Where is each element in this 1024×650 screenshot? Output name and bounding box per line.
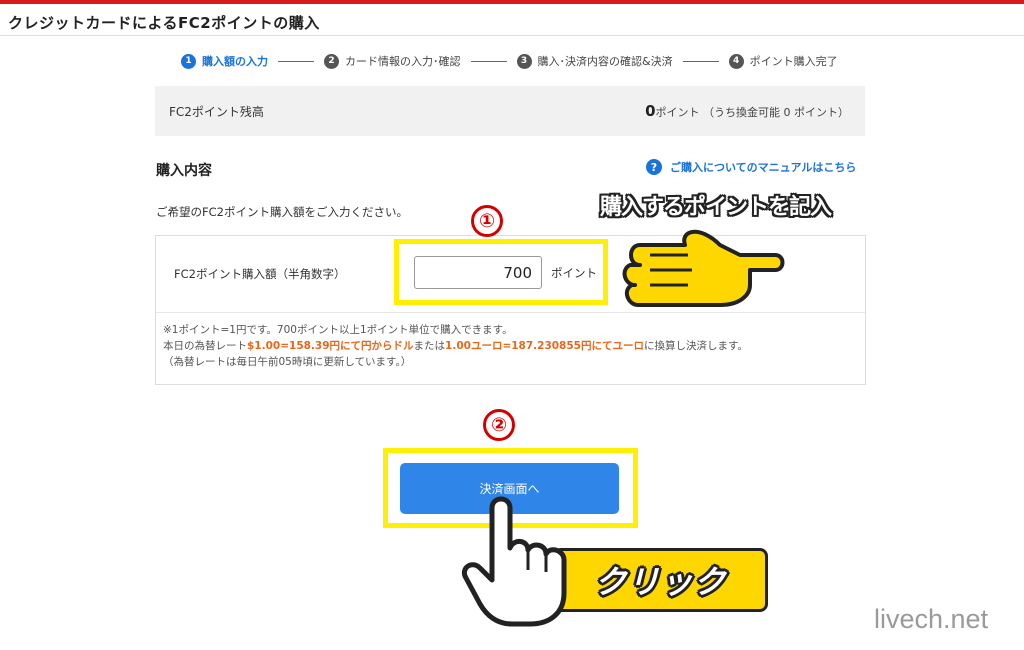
step-separator — [682, 60, 719, 62]
amount-input[interactable] — [414, 256, 542, 289]
click-banner: クリック — [553, 548, 768, 612]
usd-rate: $1.00=158.39円にて円からドル — [247, 340, 414, 352]
eur-rate: 1.00ユーロ=187.230855円にてユーロ — [445, 340, 644, 352]
step-separator — [278, 60, 314, 62]
step-2: 2 カード情報の入力･確認 — [324, 53, 461, 69]
note-line-1: ※1ポイント=1円です。700ポイント以上1ポイント単位で購入できます。 — [163, 324, 513, 336]
progress-steps: 1 購入額の入力 2 カード情報の入力･確認 3 購入･決済内容の確認&決済 4… — [181, 52, 838, 70]
step-1-label: 購入額の入力 — [202, 55, 268, 68]
amount-unit: ポイント — [551, 266, 597, 280]
step-4-label: ポイント購入完了 — [749, 55, 838, 68]
amount-label: FC2ポイント購入額（半角数字） — [174, 267, 346, 281]
marker-1: ① — [471, 205, 503, 237]
step-2-label: カード情報の入力･確認 — [345, 55, 461, 68]
pointing-hand-icon — [622, 229, 785, 307]
balance-amount: 0ポイント （うち換金可能 0 ポイント） — [645, 102, 849, 120]
tapping-hand-icon — [462, 496, 567, 627]
note-rate-suffix: に換算し決済します。 — [643, 340, 748, 352]
question-circle-icon: ? — [646, 159, 662, 175]
page-title: クレジットカードによるFC2ポイントの購入 — [8, 14, 320, 32]
note-rate-mid: または — [413, 340, 446, 352]
callout-text: 購入するポイントを記入 — [600, 195, 832, 220]
manual-link[interactable]: ? ご購入についてのマニュアルはこちら — [646, 159, 856, 175]
instruction-text: ご希望のFC2ポイント購入額をご入力ください。 — [156, 205, 408, 219]
notes: ※1ポイント=1円です。700ポイント以上1ポイント単位で購入できます。 本日の… — [163, 322, 748, 370]
balance-exchangeable: （うち換金可能 0 ポイント） — [703, 106, 849, 119]
note-line-3: （為替レートは毎日午前05時頃に更新しています。） — [163, 356, 412, 368]
step-2-number: 2 — [324, 53, 339, 69]
step-3: 3 購入･決済内容の確認&決済 — [516, 53, 673, 69]
manual-link-label: ご購入についてのマニュアルはこちら — [670, 161, 857, 174]
section-title: 購入内容 — [156, 163, 212, 179]
top-accent-bar — [0, 0, 1024, 4]
balance-label: FC2ポイント残高 — [169, 104, 264, 119]
step-1: 1 購入額の入力 — [181, 53, 268, 69]
step-1-number: 1 — [181, 53, 196, 69]
title-divider — [0, 35, 1024, 36]
step-separator — [470, 60, 507, 62]
watermark: livech.net — [874, 604, 989, 634]
step-4-number: 4 — [728, 53, 744, 69]
note-line-2: 本日の為替レート$1.00=158.39円にて円からドルまたは1.00ユーロ=1… — [163, 338, 748, 354]
step-3-number: 3 — [516, 53, 532, 69]
step-3-label: 購入･決済内容の確認&決済 — [537, 55, 673, 68]
balance-unit: ポイント — [655, 106, 700, 119]
marker-2: ② — [483, 409, 515, 441]
balance-panel: FC2ポイント残高 0ポイント （うち換金可能 0 ポイント） — [155, 86, 865, 136]
note-rate-prefix: 本日の為替レート — [163, 340, 247, 352]
step-4: 4 ポイント購入完了 — [728, 53, 838, 69]
balance-value: 0 — [645, 102, 656, 120]
click-label: クリック — [594, 563, 727, 601]
